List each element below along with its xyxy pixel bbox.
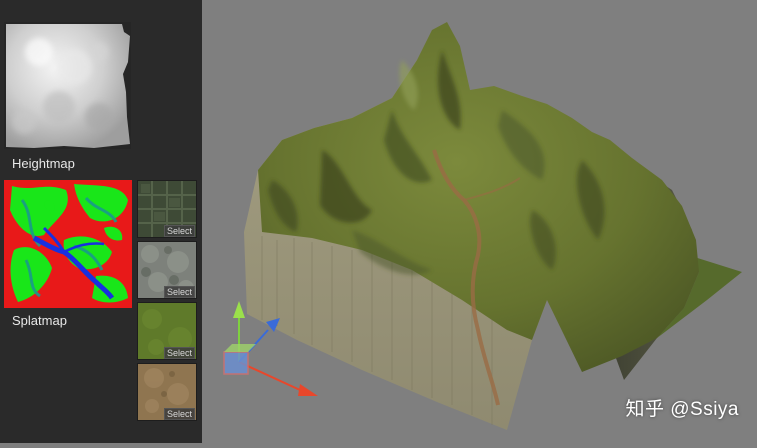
gizmo-y-arrow[interactable] [233,301,245,318]
select-button[interactable]: Select [163,225,195,237]
heightmap-preview[interactable] [4,22,131,149]
terrain-mesh [244,22,742,430]
scene-viewport[interactable]: 知乎 @Ssiya [202,0,757,443]
watermark-text: 知乎 @Ssiya [625,399,739,420]
select-button[interactable]: Select [163,286,195,298]
splatmap-label: Splatmap [12,313,67,328]
select-button[interactable]: Select [163,347,195,359]
gizmo-center-box[interactable] [223,351,249,375]
terrain-layer-grass[interactable]: Select [137,302,197,360]
inspector-panel: Heightmap Splatmap Select Select Select … [0,0,202,443]
terrain-layer-tiles[interactable]: Select [137,180,197,238]
select-button[interactable]: Select [163,408,195,420]
splatmap-preview[interactable] [4,180,132,308]
terrain-layer-rock[interactable]: Select [137,241,197,299]
gizmo-x-arrow[interactable] [298,384,318,396]
terrain-layer-dirt[interactable]: Select [137,363,197,421]
heightmap-label: Heightmap [12,156,75,171]
